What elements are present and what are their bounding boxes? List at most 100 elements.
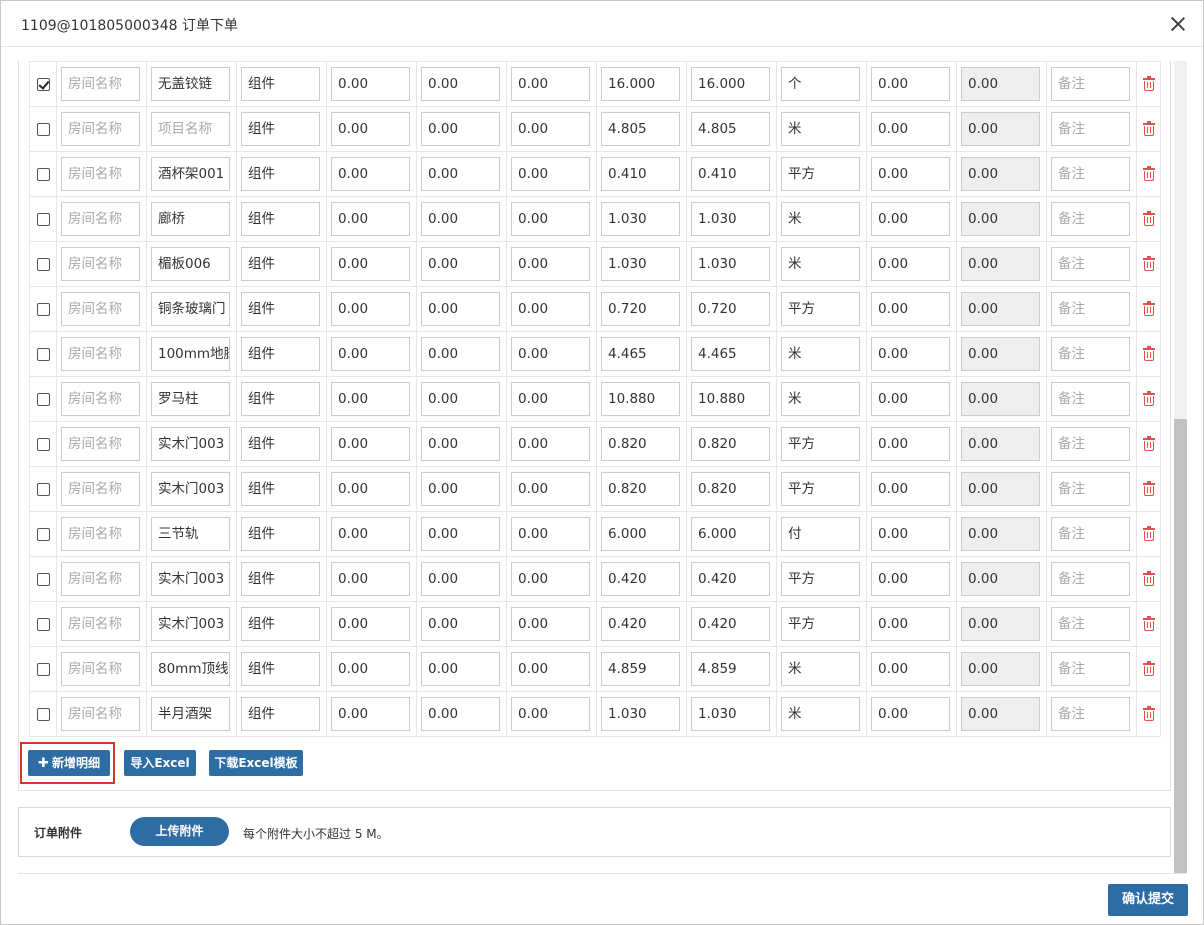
width-input[interactable]: 0.00 bbox=[421, 337, 500, 371]
submit-button[interactable]: 确认提交 bbox=[1108, 884, 1188, 916]
width-input[interactable]: 0.00 bbox=[421, 427, 500, 461]
price-input[interactable]: 0.00 bbox=[871, 472, 950, 506]
item-name-input[interactable]: 铜条玻璃门 bbox=[151, 292, 230, 326]
height-input[interactable]: 0.00 bbox=[511, 67, 590, 101]
remark-input[interactable]: 备注 bbox=[1051, 247, 1130, 281]
order-quantity-input[interactable]: 0.820 bbox=[691, 427, 770, 461]
trash-icon[interactable] bbox=[1142, 211, 1155, 226]
order-quantity-input[interactable]: 1.030 bbox=[691, 697, 770, 731]
length-input[interactable]: 0.00 bbox=[331, 517, 410, 551]
item-type-input[interactable]: 组件 bbox=[241, 427, 320, 461]
trash-icon[interactable] bbox=[1142, 481, 1155, 496]
unit-input[interactable]: 米 bbox=[781, 652, 860, 686]
quantity-input[interactable]: 0.720 bbox=[601, 292, 680, 326]
width-input[interactable]: 0.00 bbox=[421, 697, 500, 731]
length-input[interactable]: 0.00 bbox=[331, 472, 410, 506]
download-template-button[interactable]: 下载Excel模板 bbox=[209, 750, 303, 776]
width-input[interactable]: 0.00 bbox=[421, 67, 500, 101]
row-checkbox[interactable] bbox=[36, 482, 50, 496]
length-input[interactable]: 0.00 bbox=[331, 697, 410, 731]
length-input[interactable]: 0.00 bbox=[331, 382, 410, 416]
order-quantity-input[interactable]: 4.805 bbox=[691, 112, 770, 146]
row-checkbox[interactable] bbox=[36, 347, 50, 361]
order-quantity-input[interactable]: 0.410 bbox=[691, 157, 770, 191]
price-input[interactable]: 0.00 bbox=[871, 67, 950, 101]
height-input[interactable]: 0.00 bbox=[511, 292, 590, 326]
trash-icon[interactable] bbox=[1142, 391, 1155, 406]
trash-icon[interactable] bbox=[1142, 121, 1155, 136]
trash-icon[interactable] bbox=[1142, 166, 1155, 181]
room-name-input[interactable]: 房间名称 bbox=[61, 697, 140, 731]
item-name-input[interactable]: 无盖铰链 bbox=[151, 67, 230, 101]
room-name-input[interactable]: 房间名称 bbox=[61, 337, 140, 371]
scrollbar-thumb[interactable] bbox=[1174, 419, 1187, 873]
width-input[interactable]: 0.00 bbox=[421, 202, 500, 236]
remark-input[interactable]: 备注 bbox=[1051, 472, 1130, 506]
trash-icon[interactable] bbox=[1142, 526, 1155, 541]
remark-input[interactable]: 备注 bbox=[1051, 157, 1130, 191]
height-input[interactable]: 0.00 bbox=[511, 247, 590, 281]
item-type-input[interactable]: 组件 bbox=[241, 67, 320, 101]
remark-input[interactable]: 备注 bbox=[1051, 202, 1130, 236]
item-name-input[interactable]: 楣板006 bbox=[151, 247, 230, 281]
price-input[interactable]: 0.00 bbox=[871, 517, 950, 551]
quantity-input[interactable]: 0.420 bbox=[601, 607, 680, 641]
room-name-input[interactable]: 房间名称 bbox=[61, 202, 140, 236]
height-input[interactable]: 0.00 bbox=[511, 607, 590, 641]
height-input[interactable]: 0.00 bbox=[511, 652, 590, 686]
width-input[interactable]: 0.00 bbox=[421, 112, 500, 146]
row-checkbox[interactable] bbox=[36, 437, 50, 451]
width-input[interactable]: 0.00 bbox=[421, 517, 500, 551]
trash-icon[interactable] bbox=[1142, 706, 1155, 721]
row-checkbox[interactable] bbox=[36, 212, 50, 226]
unit-input[interactable]: 平方 bbox=[781, 607, 860, 641]
item-type-input[interactable]: 组件 bbox=[241, 562, 320, 596]
order-quantity-input[interactable]: 10.880 bbox=[691, 382, 770, 416]
order-quantity-input[interactable]: 0.720 bbox=[691, 292, 770, 326]
remark-input[interactable]: 备注 bbox=[1051, 112, 1130, 146]
length-input[interactable]: 0.00 bbox=[331, 652, 410, 686]
trash-icon[interactable] bbox=[1142, 616, 1155, 631]
unit-input[interactable]: 米 bbox=[781, 337, 860, 371]
item-type-input[interactable]: 组件 bbox=[241, 292, 320, 326]
length-input[interactable]: 0.00 bbox=[331, 337, 410, 371]
item-type-input[interactable]: 组件 bbox=[241, 652, 320, 686]
unit-input[interactable]: 平方 bbox=[781, 562, 860, 596]
price-input[interactable]: 0.00 bbox=[871, 607, 950, 641]
item-name-input[interactable]: 廊桥 bbox=[151, 202, 230, 236]
length-input[interactable]: 0.00 bbox=[331, 112, 410, 146]
trash-icon[interactable] bbox=[1142, 76, 1155, 91]
quantity-input[interactable]: 1.030 bbox=[601, 247, 680, 281]
unit-input[interactable]: 米 bbox=[781, 112, 860, 146]
item-name-input[interactable]: 实木门003 bbox=[151, 607, 230, 641]
quantity-input[interactable]: 1.030 bbox=[601, 697, 680, 731]
item-name-input[interactable]: 80mm顶线 bbox=[151, 652, 230, 686]
remark-input[interactable]: 备注 bbox=[1051, 67, 1130, 101]
item-type-input[interactable]: 组件 bbox=[241, 337, 320, 371]
width-input[interactable]: 0.00 bbox=[421, 247, 500, 281]
height-input[interactable]: 0.00 bbox=[511, 337, 590, 371]
room-name-input[interactable]: 房间名称 bbox=[61, 517, 140, 551]
order-quantity-input[interactable]: 16.000 bbox=[691, 67, 770, 101]
row-checkbox[interactable] bbox=[36, 527, 50, 541]
room-name-input[interactable]: 房间名称 bbox=[61, 562, 140, 596]
order-quantity-input[interactable]: 0.420 bbox=[691, 562, 770, 596]
remark-input[interactable]: 备注 bbox=[1051, 517, 1130, 551]
item-type-input[interactable]: 组件 bbox=[241, 202, 320, 236]
room-name-input[interactable]: 房间名称 bbox=[61, 427, 140, 461]
price-input[interactable]: 0.00 bbox=[871, 112, 950, 146]
item-type-input[interactable]: 组件 bbox=[241, 247, 320, 281]
remark-input[interactable]: 备注 bbox=[1051, 427, 1130, 461]
vertical-scrollbar[interactable] bbox=[1174, 61, 1187, 873]
item-type-input[interactable]: 组件 bbox=[241, 112, 320, 146]
order-quantity-input[interactable]: 4.465 bbox=[691, 337, 770, 371]
trash-icon[interactable] bbox=[1142, 436, 1155, 451]
item-type-input[interactable]: 组件 bbox=[241, 607, 320, 641]
height-input[interactable]: 0.00 bbox=[511, 517, 590, 551]
quantity-input[interactable]: 16.000 bbox=[601, 67, 680, 101]
height-input[interactable]: 0.00 bbox=[511, 157, 590, 191]
unit-input[interactable]: 米 bbox=[781, 247, 860, 281]
room-name-input[interactable]: 房间名称 bbox=[61, 247, 140, 281]
order-quantity-input[interactable]: 1.030 bbox=[691, 202, 770, 236]
remark-input[interactable]: 备注 bbox=[1051, 337, 1130, 371]
